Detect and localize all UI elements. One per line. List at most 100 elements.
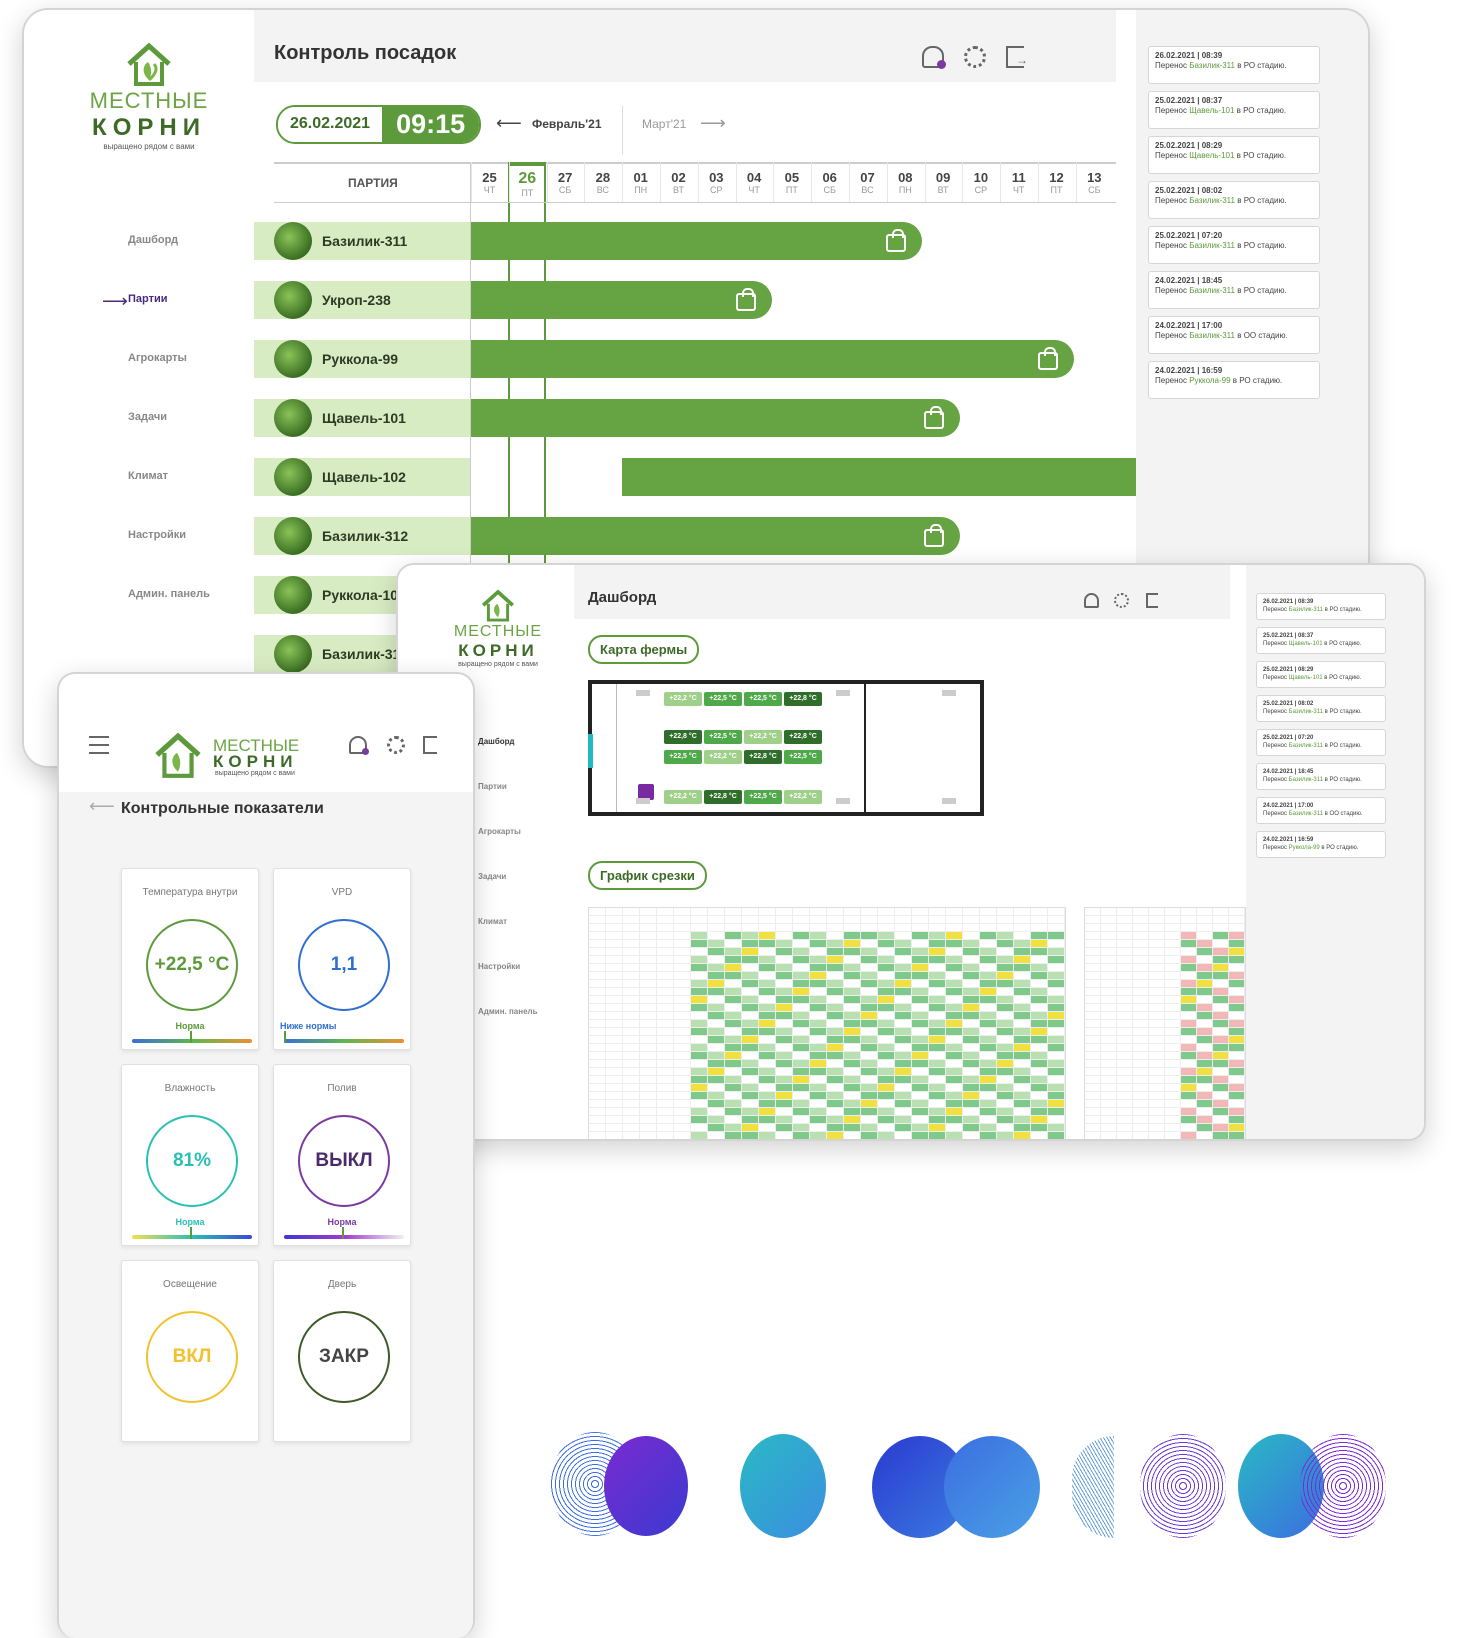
- event-card[interactable]: 25.02.2021 | 07:20 Перенос Базилик-311 в …: [1148, 226, 1320, 264]
- prev-month-label[interactable]: Февраль'21: [532, 117, 602, 131]
- table-cell: [1133, 1116, 1149, 1123]
- nav-agrocards[interactable]: Агрокарты: [128, 352, 187, 364]
- batch-timeline-bar[interactable]: [471, 517, 960, 555]
- next-month-arrow-icon[interactable]: ⟶: [700, 113, 726, 134]
- indicator-card[interactable]: Полив ВЫКЛ Норма: [273, 1064, 411, 1246]
- indicator-card[interactable]: Влажность 81% Норма: [121, 1064, 259, 1246]
- nav-climate[interactable]: Климат: [128, 470, 168, 482]
- temp-cell[interactable]: +22,8 °C: [784, 692, 822, 706]
- nav-batches[interactable]: Партии: [128, 293, 168, 305]
- event-card[interactable]: 24.02.2021 | 18:45 Перенос Базилик-311 в …: [1256, 763, 1386, 790]
- event-card[interactable]: 24.02.2021 | 17:00 Перенос Базилик-311 в …: [1148, 316, 1320, 354]
- prev-month-arrow-icon[interactable]: ⟵: [496, 113, 522, 134]
- temp-cell[interactable]: +22,8 °C: [784, 730, 822, 744]
- table-cell: [1181, 1108, 1197, 1115]
- batch-timeline-bar[interactable]: [471, 281, 772, 319]
- nav-admin[interactable]: Админ. панель: [478, 1007, 538, 1016]
- event-card[interactable]: 25.02.2021 | 08:29 Перенос Щавель-101 в Р…: [1148, 136, 1320, 174]
- table-cell: [1031, 1116, 1048, 1123]
- nav-agrocards[interactable]: Агрокарты: [478, 827, 521, 836]
- nav-climate[interactable]: Климат: [478, 917, 507, 926]
- temp-cell[interactable]: +22,5 °C: [704, 692, 742, 706]
- logout-icon[interactable]: [1146, 593, 1158, 608]
- table-cell: [1117, 1060, 1133, 1067]
- next-month-label[interactable]: Март'21: [642, 117, 686, 131]
- temp-cell[interactable]: +22,5 °C: [744, 790, 782, 804]
- harvest-bag-icon[interactable]: [924, 524, 944, 547]
- logout-icon[interactable]: →: [1006, 46, 1028, 68]
- event-card[interactable]: 24.02.2021 | 18:45 Перенос Базилик-311 в …: [1148, 271, 1320, 309]
- temp-cell[interactable]: +22,2 °C: [744, 730, 782, 744]
- date-time-pill[interactable]: 26.02.2021 09:15: [276, 105, 482, 144]
- event-card[interactable]: 26.02.2021 | 08:39 Перенос Базилик-311 в …: [1256, 593, 1386, 620]
- logout-icon[interactable]: [423, 736, 437, 754]
- temp-cell[interactable]: +22,2 °C: [704, 750, 742, 764]
- farm-map-button[interactable]: Карта фермы: [588, 635, 700, 664]
- back-arrow-icon[interactable]: ⟵: [89, 796, 115, 817]
- batch-timeline-bar[interactable]: [471, 340, 1074, 378]
- table-cell: [742, 924, 759, 931]
- temp-cell[interactable]: +22,5 °C: [784, 750, 822, 764]
- notifications-icon[interactable]: [349, 736, 369, 755]
- batch-timeline-bar[interactable]: [471, 222, 922, 260]
- table-cell: [895, 1132, 912, 1139]
- notifications-icon[interactable]: [1084, 593, 1099, 608]
- batch-row-label[interactable]: Щавель-102: [254, 458, 470, 496]
- event-card[interactable]: 25.02.2021 | 08:37 Перенос Щавель-101 в Р…: [1148, 91, 1320, 129]
- batch-row-label[interactable]: Базилик-311: [254, 222, 470, 260]
- indicator-card[interactable]: Температура внутри +22,5 °C Норма: [121, 868, 259, 1050]
- nav-batches[interactable]: Партии: [478, 782, 507, 791]
- gear-icon[interactable]: [1114, 593, 1129, 608]
- menu-icon[interactable]: [89, 736, 109, 754]
- harvest-bag-icon[interactable]: [1038, 347, 1058, 370]
- indicator-card[interactable]: Освещение ВКЛ: [121, 1260, 259, 1442]
- batch-row-label[interactable]: Руккола-99: [254, 340, 470, 378]
- nav-admin[interactable]: Админ. панель: [128, 588, 210, 600]
- gear-icon[interactable]: [964, 46, 986, 68]
- nav-settings[interactable]: Настройки: [128, 529, 186, 541]
- temp-cell[interactable]: +22,2 °C: [664, 692, 702, 706]
- gear-icon[interactable]: [387, 736, 405, 754]
- temp-cell[interactable]: +22,8 °C: [664, 730, 702, 744]
- batch-row-label[interactable]: Базилик-312: [254, 517, 470, 555]
- table-cell: [1014, 972, 1031, 979]
- cut-chart-button[interactable]: График срезки: [588, 861, 707, 890]
- indicator-card[interactable]: Дверь ЗАКР: [273, 1260, 411, 1442]
- nav-tasks[interactable]: Задачи: [478, 872, 506, 881]
- harvest-bag-icon[interactable]: [886, 229, 906, 252]
- batch-row-label[interactable]: Щавель-101: [254, 399, 470, 437]
- temp-cell[interactable]: +22,8 °C: [744, 750, 782, 764]
- event-card[interactable]: 24.02.2021 | 16:59 Перенос Руккола-99 в Р…: [1256, 831, 1386, 858]
- event-card[interactable]: 25.02.2021 | 07:20 Перенос Базилик-311 в …: [1256, 729, 1386, 756]
- temp-cell[interactable]: +22,2 °C: [784, 790, 822, 804]
- event-card[interactable]: 26.02.2021 | 08:39 Перенос Базилик-311 в …: [1148, 46, 1320, 84]
- temp-cell[interactable]: +22,2 °C: [664, 790, 702, 804]
- event-card[interactable]: 24.02.2021 | 17:00 Перенос Базилик-311 в …: [1256, 797, 1386, 824]
- harvest-bag-icon[interactable]: [736, 288, 756, 311]
- temp-cell[interactable]: +22,8 °C: [704, 790, 742, 804]
- batch-row-label[interactable]: Укроп-238: [254, 281, 470, 319]
- batch-timeline-bar[interactable]: [622, 458, 1136, 496]
- event-card[interactable]: 25.02.2021 | 08:02 Перенос Базилик-311 в …: [1256, 695, 1386, 722]
- temp-cell[interactable]: +22,5 °C: [704, 730, 742, 744]
- nav-settings[interactable]: Настройки: [478, 962, 520, 971]
- event-card[interactable]: 25.02.2021 | 08:02 Перенос Базилик-311 в …: [1148, 181, 1320, 219]
- temp-cell[interactable]: +22,5 °C: [744, 692, 782, 706]
- batch-timeline-bar[interactable]: [471, 399, 960, 437]
- table-cell: [742, 908, 759, 915]
- indicator-card[interactable]: VPD 1,1 Ниже нормы: [273, 868, 411, 1050]
- event-card[interactable]: 25.02.2021 | 08:29 Перенос Щавель-101 в Р…: [1256, 661, 1386, 688]
- table-cell: [1085, 988, 1101, 995]
- harvest-bag-icon[interactable]: [924, 406, 944, 429]
- temp-cell[interactable]: +22,5 °C: [664, 750, 702, 764]
- table-cell: [1031, 1028, 1048, 1035]
- nav-tasks[interactable]: Задачи: [128, 411, 167, 423]
- nav-dashboard[interactable]: Дашборд: [478, 737, 514, 746]
- event-card[interactable]: 25.02.2021 | 08:37 Перенос Щавель-101 в Р…: [1256, 627, 1386, 654]
- notifications-icon[interactable]: [922, 46, 946, 69]
- day-column: 27 СБ: [547, 170, 584, 195]
- table-cell: [589, 1012, 606, 1019]
- nav-dashboard[interactable]: Дашборд: [128, 234, 178, 246]
- table-cell: [1229, 1100, 1245, 1107]
- event-card[interactable]: 24.02.2021 | 16:59 Перенос Руккола-99 в Р…: [1148, 361, 1320, 399]
